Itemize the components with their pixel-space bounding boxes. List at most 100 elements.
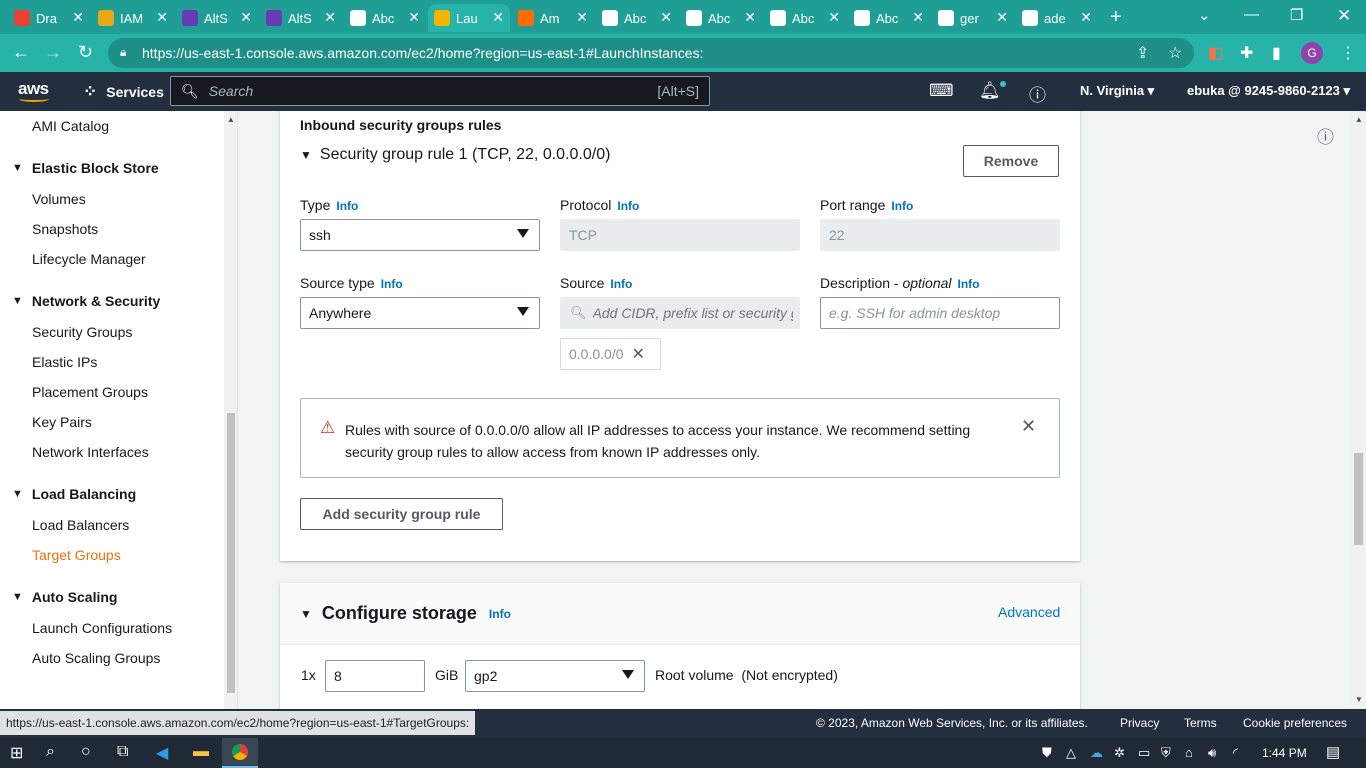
display-icon[interactable]: ▭ xyxy=(1138,745,1150,761)
browser-tab[interactable]: Abc ✕ xyxy=(344,4,426,32)
scroll-up-arrow-icon[interactable]: ▲ xyxy=(227,115,235,124)
sidebar-section-header[interactable]: ▼ Elastic Block Store xyxy=(12,160,159,176)
close-tab-icon[interactable]: ✕ xyxy=(324,9,336,26)
browser-tab[interactable]: IAM ✕ xyxy=(92,4,174,32)
settings-icon[interactable]: ✲ xyxy=(1114,745,1125,761)
source-input-wrapper[interactable]: 🔍︎ xyxy=(560,297,800,329)
region-selector[interactable]: N. Virginia ▾ xyxy=(1080,83,1154,99)
close-window-button[interactable]: ✕ xyxy=(1337,6,1351,26)
drive-icon[interactable]: △ xyxy=(1066,745,1076,761)
browser-tab[interactable]: ger ✕ xyxy=(932,4,1014,32)
source-type-select[interactable]: Anywhere xyxy=(300,297,540,329)
sidebar-item[interactable]: Lifecycle Manager xyxy=(32,251,146,267)
type-select[interactable]: ssh xyxy=(300,219,540,251)
volume-icon[interactable]: 🔊︎ xyxy=(1208,745,1216,761)
rule-expander[interactable]: ▼ Security group rule 1 (TCP, 22, 0.0.0.… xyxy=(300,146,610,164)
close-tab-icon[interactable]: ✕ xyxy=(996,9,1008,26)
windows-start-icon[interactable]: ⊞ xyxy=(10,743,23,763)
sidebar-item[interactable]: Snapshots xyxy=(32,221,98,237)
close-tab-icon[interactable]: ✕ xyxy=(408,9,420,26)
clock[interactable]: 1:44 PM xyxy=(1262,746,1307,760)
terms-link[interactable]: Terms xyxy=(1184,716,1217,730)
browser-tab[interactable]: Abc ✕ xyxy=(680,4,762,32)
privacy-link[interactable]: Privacy xyxy=(1120,716,1159,730)
storage-info-link[interactable]: Info xyxy=(489,607,511,621)
protocol-info-link[interactable]: Info xyxy=(617,199,639,213)
search-icon[interactable]: ⌕ xyxy=(46,743,55,761)
browser-tab[interactable]: Dra ✕ xyxy=(8,4,90,32)
browser-tab[interactable]: Am ✕ xyxy=(512,4,594,32)
remove-rule-button[interactable]: Remove xyxy=(963,145,1059,177)
back-icon[interactable]: ← xyxy=(12,42,30,63)
sidebar-item[interactable]: Placement Groups xyxy=(32,384,148,400)
type-info-link[interactable]: Info xyxy=(336,199,358,213)
port-info-link[interactable]: Info xyxy=(891,199,913,213)
aws-logo[interactable]: aws xyxy=(18,79,49,102)
onedrive-icon[interactable]: ☁ xyxy=(1090,745,1103,761)
browser-tab[interactable]: Abc ✕ xyxy=(848,4,930,32)
sidebar-scrollbar[interactable]: ▲ xyxy=(224,111,238,709)
add-security-group-rule-button[interactable]: Add security group rule xyxy=(300,498,503,530)
sidebar-item[interactable]: Volumes xyxy=(32,191,86,207)
help-icon[interactable]: ⓘ xyxy=(1029,81,1046,106)
task-view-icon[interactable]: ⧉ xyxy=(117,743,128,761)
action-center-icon[interactable]: ▤ xyxy=(1326,743,1340,761)
close-tab-icon[interactable]: ✕ xyxy=(240,9,252,26)
close-tab-icon[interactable]: ✕ xyxy=(492,9,504,26)
sidebar-item[interactable]: Load Balancers xyxy=(32,517,129,533)
wifi-icon[interactable]: ◜ xyxy=(1233,745,1238,761)
chrome-taskbar-button[interactable] xyxy=(222,738,258,768)
notifications-bell-icon[interactable]: 🔔︎ xyxy=(979,81,1001,101)
account-menu[interactable]: ebuka @ 9245-9860-2123 ▾ xyxy=(1187,83,1350,99)
tab-search-icon[interactable]: ⌄ xyxy=(1198,6,1211,24)
info-panel-icon[interactable]: ⓘ xyxy=(1317,123,1334,148)
browser-tab[interactable]: Abc ✕ xyxy=(764,4,846,32)
side-panel-icon[interactable]: ▮ xyxy=(1272,43,1281,63)
sidebar-section-header[interactable]: ▼ Network & Security xyxy=(12,293,160,309)
close-tab-icon[interactable]: ✕ xyxy=(660,9,672,26)
sidebar-item[interactable]: Target Groups xyxy=(32,547,121,563)
description-input[interactable] xyxy=(820,297,1060,329)
sidebar-scroll-thumb[interactable] xyxy=(227,413,235,693)
source-info-link[interactable]: Info xyxy=(610,277,632,291)
dismiss-close-icon[interactable]: ✕ xyxy=(1021,416,1036,437)
menu-kebab-icon[interactable]: ⋮ xyxy=(1340,43,1356,63)
sidebar-item[interactable]: Network Interfaces xyxy=(32,444,149,460)
browser-tab[interactable]: Lau ✕ xyxy=(428,4,510,32)
close-tab-icon[interactable]: ✕ xyxy=(576,9,588,26)
bookmark-star-icon[interactable]: ☆ xyxy=(1168,43,1182,63)
browser-tab[interactable]: AltS ✕ xyxy=(260,4,342,32)
security-icon[interactable]: ⛨ xyxy=(1161,745,1171,761)
sidebar-section-header[interactable]: ▼ Auto Scaling xyxy=(12,589,117,605)
page-scroll-thumb[interactable] xyxy=(1354,453,1363,545)
puzzle-extensions-icon[interactable]: ✚ xyxy=(1240,43,1253,63)
cortana-icon[interactable]: ○ xyxy=(81,743,91,761)
network-icon[interactable]: ⌂ xyxy=(1185,745,1193,760)
close-tab-icon[interactable]: ✕ xyxy=(1080,9,1092,26)
sidebar-item[interactable]: Key Pairs xyxy=(32,414,92,430)
sidebar-item[interactable]: Elastic IPs xyxy=(32,354,97,370)
reload-icon[interactable]: ↻ xyxy=(78,42,93,63)
description-info-link[interactable]: Info xyxy=(958,277,980,291)
restore-button[interactable]: ❐ xyxy=(1290,6,1303,24)
source-type-info-link[interactable]: Info xyxy=(381,277,403,291)
browser-tab[interactable]: AltS ✕ xyxy=(176,4,258,32)
page-scrollbar[interactable]: ▲ ▼ xyxy=(1351,111,1366,709)
share-icon[interactable]: ⇪ xyxy=(1136,43,1149,63)
close-icon[interactable]: ✕ xyxy=(632,344,645,364)
forward-icon[interactable]: → xyxy=(44,42,62,63)
close-tab-icon[interactable]: ✕ xyxy=(156,9,168,26)
source-cidr-input[interactable] xyxy=(592,305,793,321)
browser-tab[interactable]: ade ✕ xyxy=(1016,4,1098,32)
advanced-link[interactable]: Advanced xyxy=(998,604,1060,620)
close-tab-icon[interactable]: ✕ xyxy=(912,9,924,26)
vscode-icon[interactable]: ◀ xyxy=(156,743,168,763)
search-input[interactable] xyxy=(208,83,629,99)
close-tab-icon[interactable]: ✕ xyxy=(744,9,756,26)
file-explorer-icon[interactable]: ▬ xyxy=(193,743,209,761)
new-tab-button[interactable]: + xyxy=(1110,6,1122,29)
search-box[interactable]: 🔍︎ [Alt+S] xyxy=(170,76,710,106)
url-input[interactable]: 🔒︎ https://us-east-1.console.aws.amazon.… xyxy=(108,38,1194,68)
cookie-preferences-link[interactable]: Cookie preferences xyxy=(1243,716,1347,730)
sidebar-section-header[interactable]: ▼ Load Balancing xyxy=(12,486,136,502)
